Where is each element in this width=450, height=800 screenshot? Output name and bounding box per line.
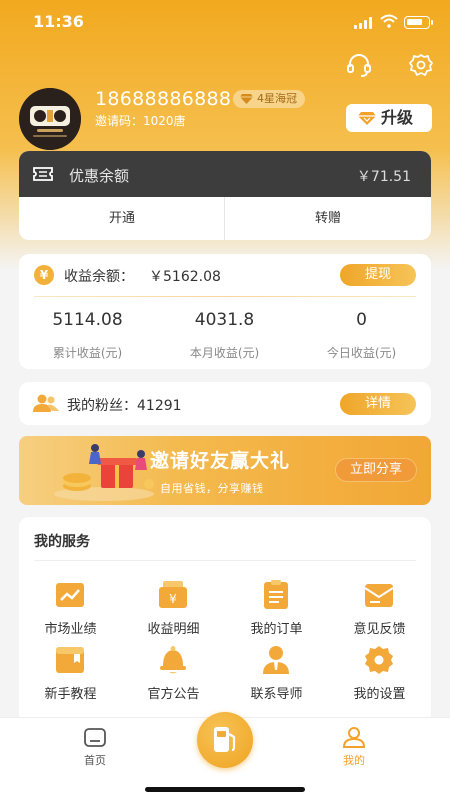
service-label: 联系导师	[250, 687, 303, 702]
gift-illustration	[54, 444, 154, 501]
battery-icon	[404, 16, 433, 29]
stat-total: 5114.08 累计收益(元)	[19, 310, 156, 361]
level-label: 4星海冠	[257, 92, 297, 105]
invite-banner[interactable]: 邀请好友赢大礼 自用省钱，分享赚钱 立即分享	[19, 436, 431, 505]
stat-month: 4031.8 本月收益(元)	[156, 310, 293, 361]
service-label: 官方公告	[147, 687, 200, 702]
coupon-label: 优惠余额	[69, 167, 130, 185]
gear-icon[interactable]	[408, 52, 434, 78]
status-time: 11:36	[33, 12, 84, 31]
service-tutorial[interactable]: 新手教程	[19, 645, 122, 705]
order-icon	[264, 580, 288, 609]
transfer-button[interactable]: 转赠	[225, 197, 431, 240]
service-market-performance[interactable]: 市场业绩	[19, 580, 122, 640]
service-announcement[interactable]: 官方公告	[122, 645, 225, 705]
tab-home[interactable]: 首页	[55, 726, 135, 768]
upgrade-button[interactable]: 升级	[346, 104, 432, 132]
stat-month-value: 4031.8	[194, 310, 255, 330]
settings-icon	[365, 646, 393, 674]
fuel-pump-icon	[214, 727, 236, 752]
service-my-settings[interactable]: 我的设置	[328, 645, 431, 705]
fans-label-text: 我的粉丝：	[67, 398, 137, 414]
services-title: 我的服务	[34, 534, 90, 550]
fans-count: 41291	[137, 398, 182, 414]
service-label: 收益明细	[147, 622, 200, 637]
withdraw-button[interactable]: 提现	[340, 264, 416, 286]
ticket-icon	[33, 167, 53, 181]
wallet-icon: ¥	[159, 581, 187, 608]
avatar[interactable]	[19, 88, 81, 150]
center-fuel-button[interactable]	[197, 712, 253, 768]
home-icon	[84, 728, 106, 747]
fans-label: 我的粉丝：41291	[67, 395, 182, 415]
tab-mine[interactable]: 我的	[314, 726, 394, 768]
service-label: 我的设置	[353, 687, 406, 702]
service-feedback[interactable]: 意见反馈	[328, 580, 431, 640]
divider	[34, 296, 416, 297]
fans-detail-button[interactable]: 详情	[340, 393, 416, 415]
level-badge: 4星海冠	[233, 90, 305, 108]
users-icon	[33, 394, 59, 412]
announcement-icon	[160, 646, 186, 674]
headset-icon[interactable]	[346, 52, 372, 78]
logo-image	[19, 88, 81, 150]
earnings-value: ￥5162.08	[149, 269, 221, 285]
activate-button[interactable]: 开通	[19, 197, 225, 240]
stat-today-value: 0	[356, 310, 367, 330]
svg-text:¥: ¥	[169, 592, 177, 606]
stat-total-value: 5114.08	[52, 310, 123, 330]
user-icon	[342, 727, 366, 748]
share-button[interactable]: 立即分享	[336, 459, 416, 481]
earnings-label: 收益余额：	[64, 269, 134, 285]
service-label: 市场业绩	[44, 622, 97, 637]
signal-icon	[354, 17, 374, 29]
tab-mine-label: 我的	[343, 754, 365, 767]
service-my-orders[interactable]: 我的订单	[225, 580, 328, 640]
wifi-icon	[380, 14, 398, 28]
home-indicator	[145, 787, 305, 792]
service-label: 新手教程	[44, 687, 97, 702]
stat-today: 0 今日收益(元)	[293, 310, 430, 361]
earnings-card: ¥ 收益余额： ￥5162.08 提现 5114.08 累计收益(元) 4031…	[19, 254, 431, 369]
yen-coin-icon: ¥	[34, 265, 54, 285]
coupon-card: 优惠余额 ￥71.51 开通 转赠	[19, 151, 431, 240]
divider	[34, 560, 416, 561]
tab-home-label: 首页	[84, 754, 106, 767]
stat-total-label: 累计收益(元)	[52, 346, 123, 360]
feedback-icon	[364, 584, 394, 607]
service-contact-mentor[interactable]: 联系导师	[225, 645, 328, 705]
upgrade-label: 升级	[381, 108, 414, 127]
services-card: 我的服务 市场业绩 ¥ 收益明细 我的订单 意见反馈 新手教程 官方公告 联系导…	[19, 517, 431, 717]
phone-number: 18688886888	[95, 88, 232, 110]
coupon-value: ￥71.51	[356, 169, 411, 185]
stat-today-label: 今日收益(元)	[326, 346, 397, 360]
status-bar: 11:36	[0, 0, 450, 44]
diamond-icon	[240, 94, 253, 104]
banner-subtitle: 自用省钱，分享赚钱	[160, 482, 264, 495]
coupon-header: 优惠余额 ￥71.51	[19, 151, 431, 197]
diamond-icon	[358, 112, 376, 125]
banner-title: 邀请好友赢大礼	[150, 450, 291, 472]
invite-code: 邀请码：1020唐	[95, 114, 186, 128]
stat-month-label: 本月收益(元)	[189, 346, 260, 360]
service-earnings-detail[interactable]: ¥ 收益明细	[122, 580, 225, 640]
mentor-icon	[263, 646, 289, 674]
service-label: 我的订单	[250, 622, 303, 637]
chart-icon	[56, 583, 84, 607]
service-label: 意见反馈	[353, 622, 406, 637]
tutorial-icon	[56, 647, 84, 673]
fans-card: 我的粉丝：41291 详情	[19, 382, 431, 425]
